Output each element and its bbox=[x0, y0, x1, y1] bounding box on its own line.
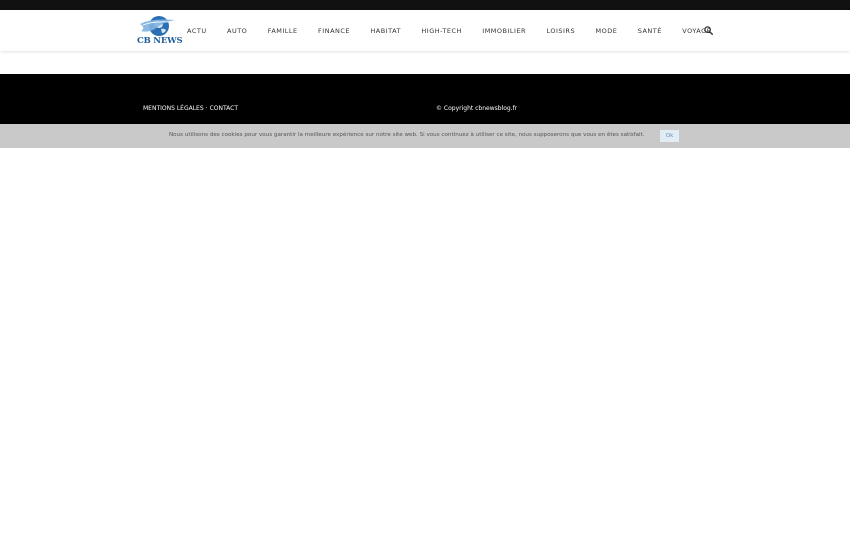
globe-ribbon-logo-icon bbox=[140, 16, 175, 36]
copyright-text: © Copyright cbnewsblog.fr bbox=[436, 105, 518, 112]
footer-link-separator: · bbox=[205, 105, 208, 112]
nav-item-sante[interactable]: SANTÉ bbox=[638, 27, 662, 35]
footer-links: MENTIONS LÉGALES · CONTACT bbox=[143, 105, 238, 112]
site-header: CB NEWS ACTU AUTO FAMILLE FINANCE HABITA… bbox=[0, 10, 850, 51]
site-footer: MENTIONS LÉGALES · CONTACT © Copyright cbn… bbox=[0, 74, 850, 124]
nav-item-mode[interactable]: MODE bbox=[595, 27, 617, 35]
nav-item-high-tech[interactable]: HIGH-TECH bbox=[421, 27, 461, 35]
search-icon[interactable] bbox=[704, 26, 713, 35]
cookie-ok-button[interactable]: Ok bbox=[660, 130, 679, 142]
nav-item-habitat[interactable]: HABITAT bbox=[370, 27, 401, 35]
nav-item-famille[interactable]: FAMILLE bbox=[268, 27, 298, 35]
nav-item-auto[interactable]: AUTO bbox=[227, 27, 247, 35]
nav-item-actu[interactable]: ACTU bbox=[187, 27, 207, 35]
nav-item-immobilier[interactable]: IMMOBILIER bbox=[482, 27, 526, 35]
main-nav: ACTU AUTO FAMILLE FINANCE HABITAT HIGH-T… bbox=[187, 10, 732, 51]
nav-item-loisirs[interactable]: LOISIRS bbox=[546, 27, 575, 35]
top-bar bbox=[0, 0, 850, 10]
footer-link-mentions-legales[interactable]: MENTIONS LÉGALES bbox=[143, 105, 204, 112]
site-logo[interactable]: CB NEWS bbox=[137, 15, 183, 48]
footer-link-contact[interactable]: CONTACT bbox=[210, 105, 238, 112]
logo-text: CB NEWS bbox=[137, 36, 183, 46]
nav-item-finance[interactable]: FINANCE bbox=[318, 27, 350, 35]
cookie-banner: Nous utilisons des cookies pour vous gar… bbox=[0, 124, 850, 148]
cookie-message: Nous utilisons des cookies pour vous gar… bbox=[169, 132, 645, 138]
